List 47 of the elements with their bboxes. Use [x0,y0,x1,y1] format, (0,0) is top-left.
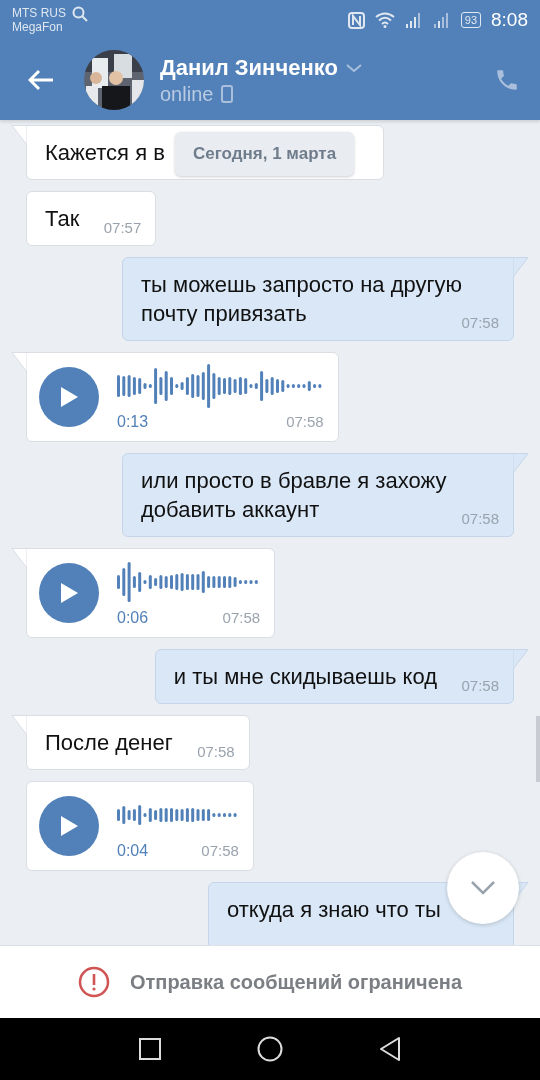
contact-name[interactable]: Данил Зинченко [160,54,338,81]
message-text: или просто в бравле я захожу добавить аккаунт [141,468,447,522]
status-time: 8:08 [491,9,528,31]
carrier-name: MegaFon [12,20,64,34]
alert-icon [77,966,110,998]
message-text: Кажется я в [45,140,165,165]
message-time: 07:58 [222,608,261,628]
scrollbar [536,716,540,782]
nfc-icon [347,11,365,29]
message-time: 07:58 [461,677,499,695]
back-arrow-icon[interactable] [28,69,54,91]
mobile-phone-icon [221,85,234,103]
play-icon [59,582,79,604]
back-button[interactable] [379,1036,401,1062]
message-text: ты можешь запросто на другую почту привязать [141,272,463,326]
message-time: 07:57 [103,219,142,237]
play-icon [59,815,79,837]
date-label: Сегодня, 1 марта [175,132,355,176]
message-text: Так [45,206,80,231]
voice-duration: 0:06 [117,608,149,628]
message-time: 07:58 [197,743,235,761]
message-time: 07:58 [461,314,499,332]
message-text: После денег [45,730,173,755]
message-time: 07:58 [461,510,499,528]
play-button[interactable] [39,367,99,427]
battery-level: 93 [460,12,481,28]
voice-duration: 0:13 [117,412,149,432]
recent-apps-button[interactable] [139,1038,161,1060]
notice-text: Отправка сообщений ограничена [129,970,463,994]
message-time: 07:58 [201,841,239,861]
signal-icon [432,12,451,28]
wifi-icon [374,12,395,28]
signal-icon [404,12,423,28]
search-icon [72,6,88,22]
play-icon [59,386,79,408]
play-button[interactable] [39,796,99,856]
chevron-down-icon [470,880,496,896]
play-button[interactable] [39,563,99,623]
online-status: online [160,82,214,106]
voice-duration: 0:04 [117,841,149,861]
message-time: 07:58 [286,412,324,432]
carrier-name: MTS RUS [12,6,66,20]
chevron-down-icon[interactable] [345,62,362,73]
message-text: откуда я знаю что ты [227,897,441,922]
home-button[interactable] [257,1036,283,1062]
phone-icon[interactable] [494,67,520,93]
message-text: и ты мне скидываешь код [173,664,437,689]
